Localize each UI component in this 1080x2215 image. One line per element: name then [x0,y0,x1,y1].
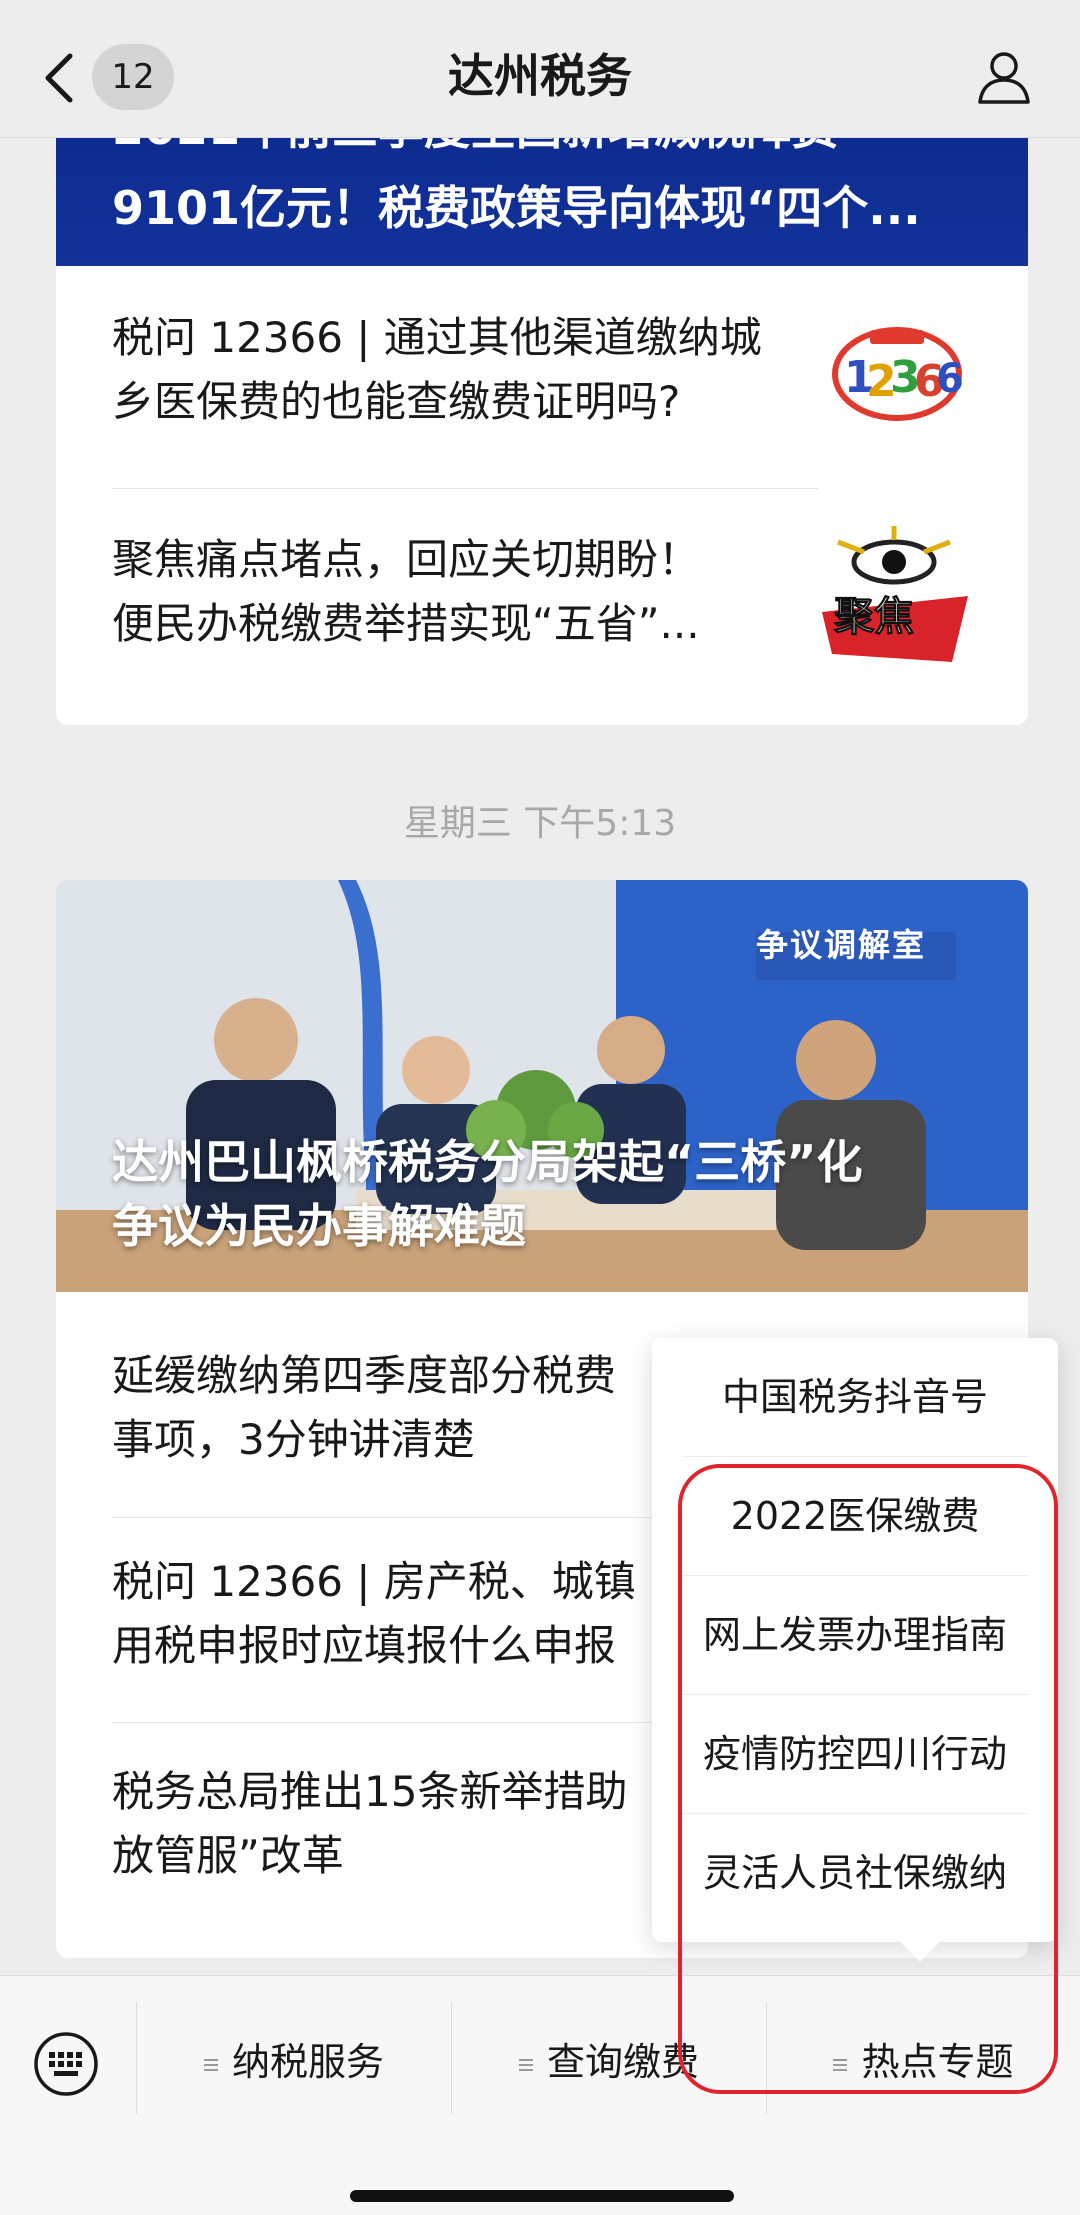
menu-label: 查询缴费 [546,2040,699,2084]
article-item[interactable]: 税问 12366 | 通过其他渠道缴纳城 乡医保费的也能查缴费证明吗? 1 2 … [112,306,1028,426]
menu-query-payment[interactable]: 查询缴费 [452,2024,766,2100]
submenu-indicator-icon [518,2056,533,2074]
menu-label: 热点专题 [861,2040,1014,2084]
article-title-line2: 用税申报时应填报什么申报 [112,1621,617,1670]
article-title-line2: 放管服”改革 [112,1831,344,1880]
submenu-indicator-icon [833,2056,848,2074]
top-nav-bar: 12 达州税务 [0,0,1080,138]
banner-title-line2: 9101亿元！税费政策导向体现“四个... [112,181,921,235]
menu-label: 纳税服务 [231,2040,384,2084]
bottom-menu-bar: 纳税服务 查询缴费 热点专题 [0,1975,1080,2215]
article-card[interactable]: 2021年前三季度全国新增减税降费 9101亿元！税费政策导向体现“四个... … [56,120,1028,725]
submenu-item-douyin[interactable]: 中国税务抖音号 [682,1338,1028,1456]
focus-logo-text: 聚焦 [834,594,915,641]
photo-wall-sign: 争议调解室 [756,926,927,964]
article-title-line2: 便民办税缴费举措实现“五省”... [112,599,700,648]
article-title-line1: 税务总局推出15条新举措助 [112,1767,628,1816]
article-title-line1: 税问 12366 | 房产税、城镇 [112,1557,636,1606]
submenu-item-epidemic-action[interactable]: 疫情防控四川行动 [682,1695,1028,1813]
focus-eye-logo: 聚焦 [812,522,978,672]
submenu-item-medical-insurance[interactable]: 2022医保缴费 [682,1457,1028,1575]
page-title: 达州税务 [448,49,632,103]
photo-caption-line1: 达州巴山枫桥税务分局架起“三桥”化 [112,1135,863,1189]
article-title-line2: 乡医保费的也能查缴费证明吗? [112,377,681,426]
keyboard-icon[interactable] [32,2030,100,2098]
article-title-line1: 税问 12366 | 通过其他渠道缴纳城 [112,313,762,362]
user-profile-icon[interactable] [974,46,1034,106]
svg-text:6: 6 [936,356,964,402]
article-title-line2: 事项，3分钟讲清楚 [112,1415,475,1464]
article-title-line1: 聚焦痛点堵点，回应关切期盼！ [112,535,701,584]
home-indicator[interactable] [350,2190,734,2202]
12366-hotline-logo-icon: 1 2 3 6 6 [832,327,964,421]
menu-tax-service[interactable]: 纳税服务 [137,2024,451,2100]
article-item[interactable]: 聚焦痛点堵点，回应关切期盼！ 便民办税缴费举措实现“五省”... 聚焦 [112,526,1028,662]
divider [112,488,818,489]
submenu-item-invoice-guide[interactable]: 网上发票办理指南 [682,1576,1028,1694]
photo-caption-line2: 争议为民办事解难题 [112,1199,526,1253]
headline-banner[interactable]: 2021年前三季度全国新增减税降费 9101亿元！税费政策导向体现“四个... [56,120,1028,266]
message-timestamp: 星期三 下午5:13 [403,803,677,844]
submenu-indicator-icon [203,2056,218,2074]
hot-topics-submenu: 中国税务抖音号 2022医保缴费 网上发票办理指南 疫情防控四川行动 灵活人员社… [652,1338,1058,1962]
headline-photo[interactable]: 争议调解室 达州巴山枫桥税务分局架起“三桥”化 争议为民办事解难题 [56,880,1028,1292]
article-title-line1: 延缓缴纳第四季度部分税费 [112,1351,617,1400]
menu-hot-topics[interactable]: 热点专题 [767,2024,1080,2100]
submenu-item-social-security[interactable]: 灵活人员社保缴纳 [682,1814,1028,1932]
